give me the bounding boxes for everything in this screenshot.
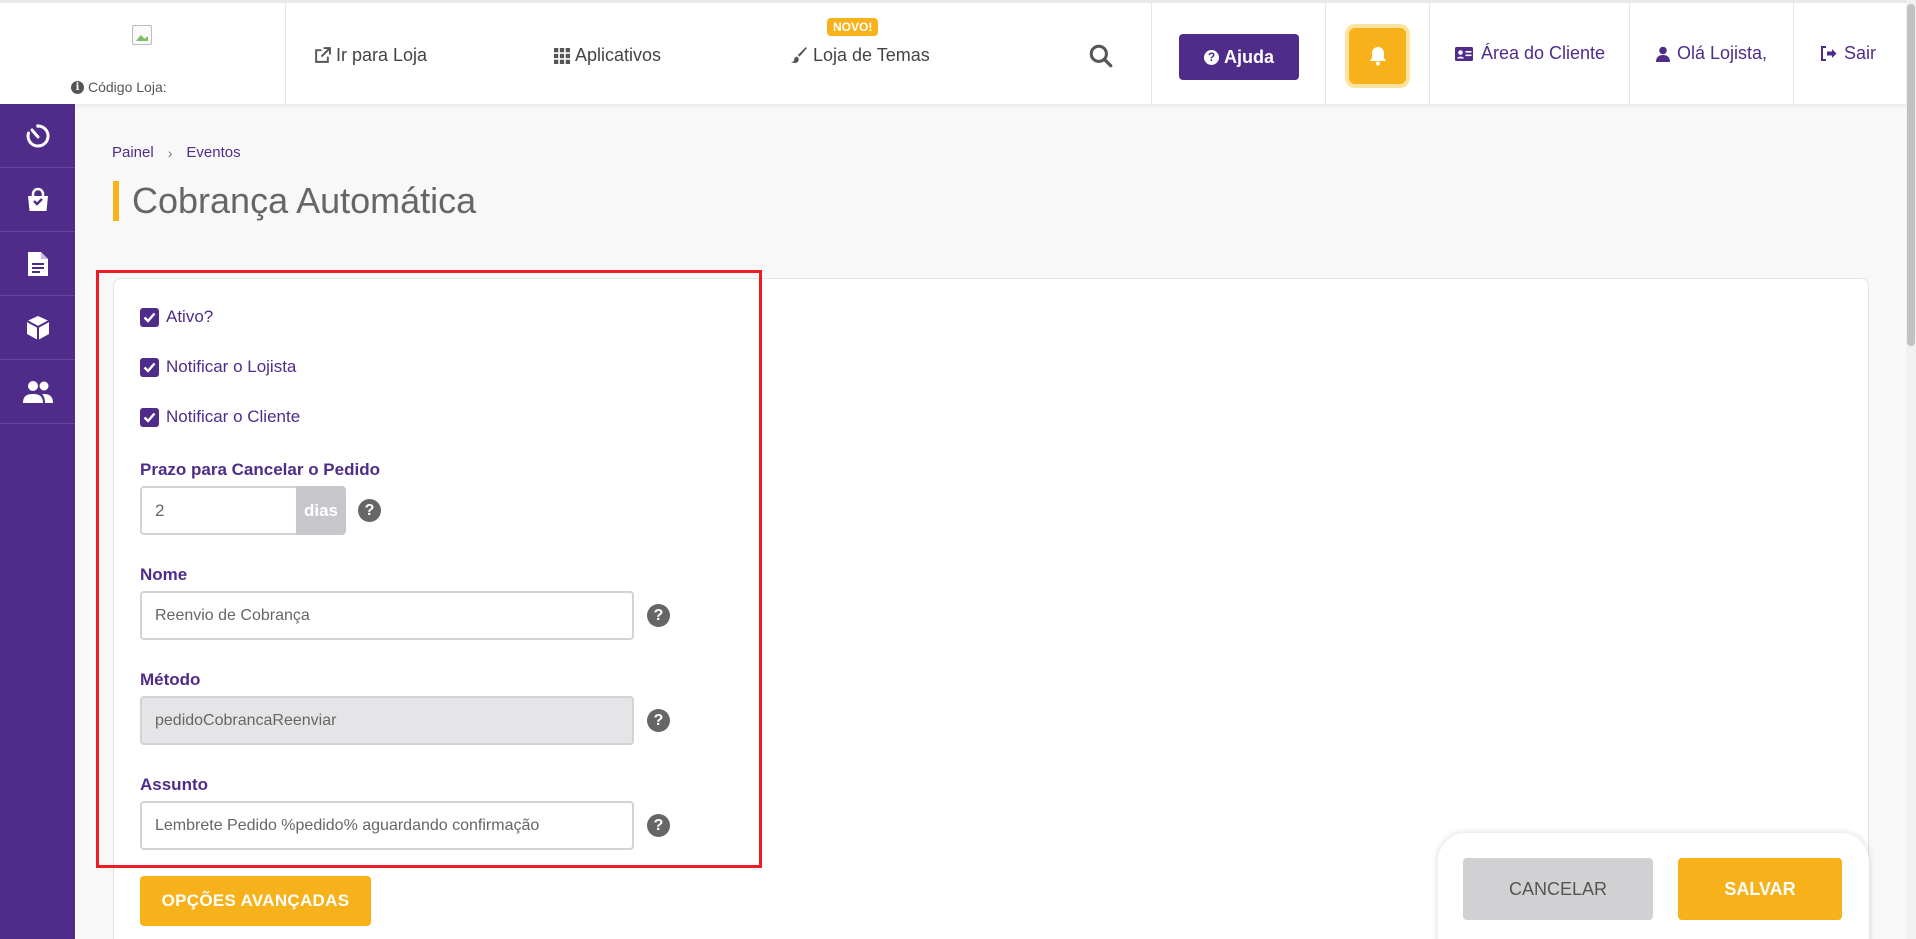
- page-title: Cobrança Automática: [113, 181, 476, 221]
- store-logo-image[interactable]: [132, 25, 152, 45]
- info-icon: i: [71, 80, 84, 94]
- save-button[interactable]: SALVAR: [1678, 858, 1842, 920]
- top-bar: i Código Loja: Ir para Loja Aplicativos …: [0, 0, 1916, 104]
- sign-out-icon: [1820, 46, 1837, 61]
- document-icon: [27, 251, 48, 276]
- sidebar-item-products[interactable]: [0, 296, 75, 360]
- id-card-icon: [1454, 46, 1473, 61]
- sidebar-item-orders[interactable]: [0, 168, 75, 232]
- search-icon: [1089, 44, 1113, 68]
- themes-store-link[interactable]: Loja de Temas: [791, 45, 930, 66]
- page-scrollbar[interactable]: [1906, 0, 1916, 939]
- highlight-box: [96, 270, 762, 868]
- new-badge: NOVO!: [827, 18, 879, 36]
- question-circle-icon: ?: [1203, 49, 1219, 65]
- cancel-button[interactable]: CANCELAR: [1463, 858, 1653, 920]
- user-icon: [1655, 46, 1670, 62]
- logout-link[interactable]: Sair: [1794, 3, 1916, 104]
- search-button[interactable]: [1088, 43, 1114, 69]
- user-menu[interactable]: Olá Lojista,: [1630, 3, 1794, 104]
- grid-icon: [554, 47, 570, 64]
- users-icon: [22, 380, 53, 403]
- scrollbar-thumb[interactable]: [1907, 4, 1915, 346]
- client-area-link[interactable]: Área do Cliente: [1430, 3, 1630, 104]
- apps-link[interactable]: Aplicativos: [554, 45, 661, 66]
- bell-icon: [1369, 47, 1386, 66]
- external-link-icon: [315, 47, 331, 63]
- box-icon: [26, 315, 49, 340]
- paint-brush-icon: [791, 47, 807, 63]
- sidebar: [0, 104, 75, 939]
- sidebar-item-dashboard[interactable]: [0, 104, 75, 168]
- breadcrumb-item-events[interactable]: Eventos: [186, 144, 240, 161]
- sidebar-item-content[interactable]: [0, 232, 75, 296]
- breadcrumb-separator: ›: [167, 144, 173, 161]
- notifications-button[interactable]: [1349, 28, 1406, 84]
- go-to-store-link[interactable]: Ir para Loja: [314, 45, 427, 66]
- store-code-label: Código Loja:: [88, 79, 167, 95]
- breadcrumb: Painel › Eventos: [112, 144, 241, 161]
- store-code: i Código Loja:: [71, 79, 167, 95]
- dashboard-timer-icon: [26, 123, 50, 147]
- sidebar-item-customers[interactable]: [0, 360, 75, 424]
- help-area: ? Ajuda: [1152, 3, 1326, 104]
- logo-area: i Código Loja:: [0, 3, 286, 104]
- breadcrumb-item-panel[interactable]: Painel: [112, 144, 154, 161]
- shopping-bag-icon: [27, 187, 48, 211]
- notifications-area: [1326, 3, 1430, 104]
- advanced-options-button[interactable]: OPÇÕES AVANÇADAS: [140, 876, 371, 926]
- help-button[interactable]: ? Ajuda: [1179, 34, 1299, 80]
- top-nav: Ir para Loja Aplicativos Loja de Temas: [286, 3, 1152, 104]
